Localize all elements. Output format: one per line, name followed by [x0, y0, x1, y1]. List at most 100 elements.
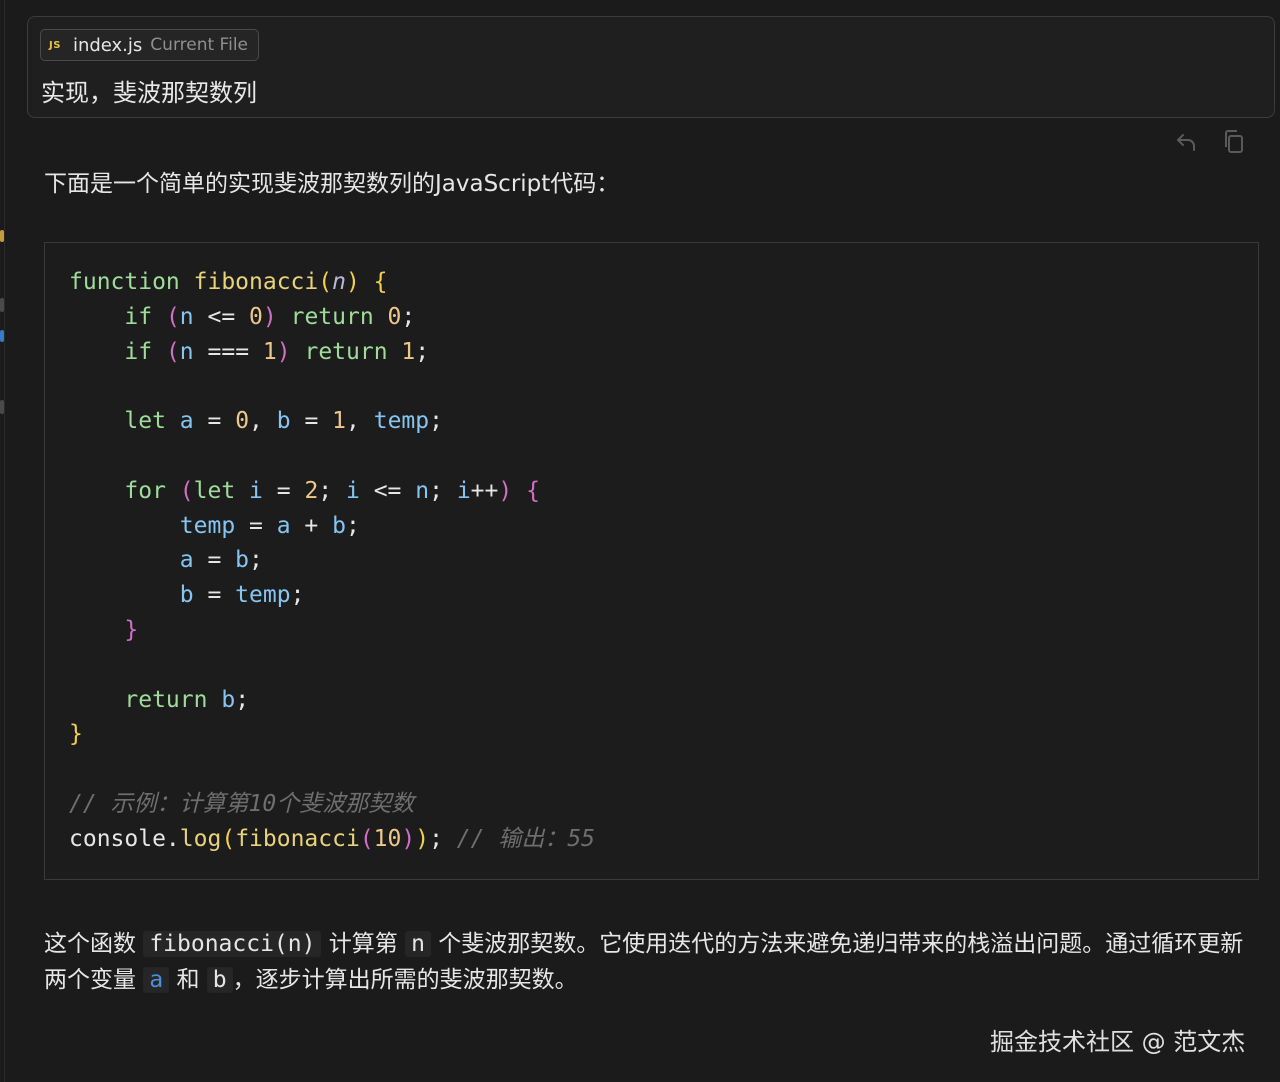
code-token: i: [456, 477, 471, 504]
code-token: temp: [235, 582, 291, 609]
user-prompt-box: JS index.js Current File 实现，斐波那契数列: [27, 16, 1275, 118]
code-token: if: [69, 338, 166, 365]
javascript-file-icon: JS: [49, 39, 61, 51]
explanation-text: 和: [176, 967, 200, 993]
code-token: ): [262, 303, 291, 330]
code-token: 2: [304, 477, 319, 504]
undo-icon[interactable]: [1172, 128, 1200, 156]
code-token: =: [193, 547, 236, 574]
code-token: console.: [69, 825, 180, 852]
code-token: (: [165, 338, 180, 365]
code-block[interactable]: function fibonacci(n) { if (n <= 0) retu…: [44, 242, 1259, 880]
response-explanation: 这个函数 fibonacci(n) 计算第 n 个斐波那契数。它使用迭代的方法来…: [44, 926, 1264, 998]
code-token: 0: [249, 303, 263, 330]
code-token: ): [415, 825, 430, 852]
code-token: return: [69, 686, 222, 713]
code-line: temp = a + b;: [69, 509, 595, 544]
code-token: let: [69, 408, 180, 435]
code-token: (: [221, 825, 236, 852]
code-token: <=: [359, 477, 416, 504]
code-token: temp: [373, 408, 430, 435]
left-edge-marker: [0, 330, 4, 342]
code-token: a: [69, 547, 194, 574]
code-token: b: [276, 408, 291, 435]
code-token: =: [193, 408, 236, 435]
code-token: ;: [235, 686, 250, 713]
code-token: ;: [429, 477, 457, 504]
code-line: }: [69, 613, 595, 648]
code-token: =: [193, 582, 236, 609]
code-token: for: [69, 477, 180, 504]
code-line: // 示例：计算第10个斐波那契数: [69, 787, 595, 822]
code-token: ;: [429, 408, 443, 435]
code-token: =: [290, 408, 333, 435]
code-token: =: [262, 477, 305, 504]
inline-code: a: [143, 967, 170, 993]
code-token: ;: [415, 338, 430, 365]
code-token: 1: [262, 338, 277, 365]
code-token: n: [415, 477, 430, 504]
code-token: ,: [249, 408, 277, 435]
code-lines: function fibonacci(n) { if (n <= 0) retu…: [69, 265, 595, 857]
current-file-chip[interactable]: JS index.js Current File: [40, 29, 259, 61]
code-token: let: [193, 477, 250, 504]
code-token: b: [69, 582, 194, 609]
code-token: ): [498, 477, 513, 504]
code-token: (: [165, 303, 180, 330]
left-edge-marker: [0, 400, 4, 414]
code-token: }: [69, 721, 83, 748]
watermark: 掘金技术社区 @ 范文杰: [990, 1028, 1246, 1056]
code-line: }: [69, 717, 595, 752]
copy-icon[interactable]: [1220, 128, 1248, 156]
code-token: ;: [290, 582, 305, 609]
code-line: return b;: [69, 683, 595, 718]
response-toolbar: [1172, 128, 1248, 156]
code-token: n: [332, 269, 346, 295]
code-token: +: [290, 512, 333, 539]
file-name: index.js: [72, 34, 143, 56]
code-token: ): [276, 338, 305, 365]
code-token: function: [69, 269, 194, 295]
code-line: b = temp;: [69, 578, 595, 613]
code-token: ;: [249, 547, 263, 574]
file-tag: Current File: [150, 35, 248, 55]
explanation-text: 这个函数: [44, 931, 136, 957]
code-token: 0: [235, 408, 250, 435]
code-token: ===: [193, 338, 263, 365]
code-token: ): [345, 269, 374, 295]
code-token: }: [124, 616, 139, 643]
code-token: (: [359, 825, 374, 852]
code-line: if (n <= 0) return 0;: [69, 300, 595, 335]
code-token: // 输出：55: [456, 825, 596, 852]
code-token: ;: [345, 512, 360, 539]
response-intro: 下面是一个简单的实现斐波那契数列的JavaScript代码：: [44, 171, 620, 197]
code-line: for (let i = 2; i <= n; i++) {: [69, 474, 595, 509]
inline-code: fibonacci(n): [143, 931, 322, 957]
code-token: (: [179, 477, 194, 504]
code-token: 1: [332, 408, 347, 435]
explanation-text: ，逐步计算出所需的斐波那契数。: [232, 967, 578, 993]
code-token: b: [221, 686, 236, 713]
code-token: ;: [401, 303, 416, 330]
code-token: if: [69, 303, 166, 330]
code-line: a = b;: [69, 543, 595, 578]
code-token: ;: [318, 477, 346, 504]
code-token: log: [179, 825, 222, 852]
code-token: a: [179, 408, 194, 435]
inline-code: n: [405, 931, 431, 957]
code-token: n: [179, 303, 194, 330]
code-line: let a = 0, b = 1, temp;: [69, 404, 595, 439]
left-edge-marker: [0, 230, 4, 242]
code-token: temp: [69, 512, 236, 539]
code-token: =: [235, 512, 277, 539]
code-token: ;: [429, 825, 457, 852]
code-token: return: [290, 303, 388, 330]
code-token: {: [373, 269, 388, 295]
code-line: console.log(fibonacci(10)); // 输出：55: [69, 822, 595, 857]
explanation-text: 计算第: [328, 931, 398, 957]
code-token: 10: [373, 825, 402, 852]
